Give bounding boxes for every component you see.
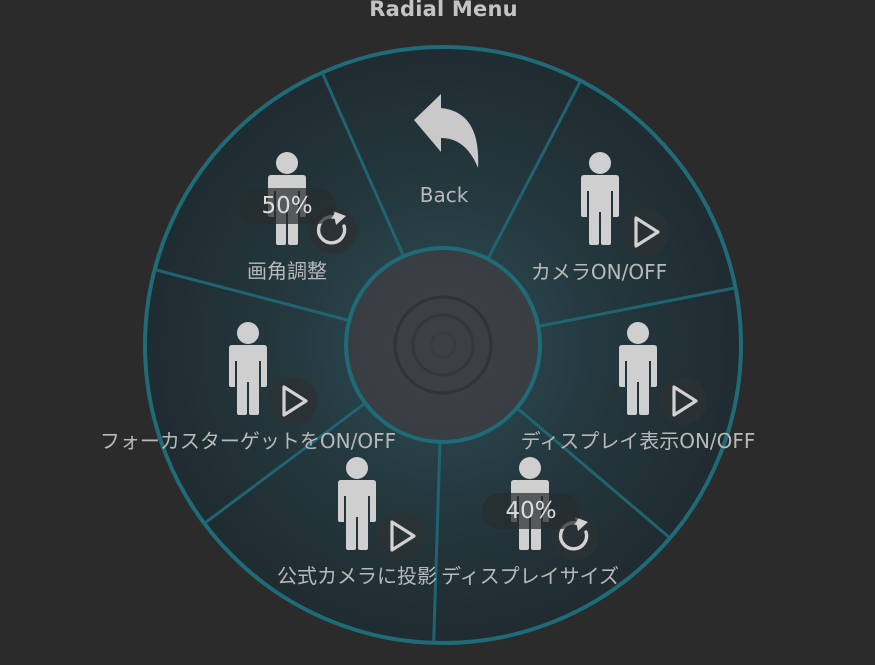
radial-menu xyxy=(143,45,743,645)
display-label[interactable]: ディスプレイ表示ON/OFF xyxy=(521,429,756,453)
display-size-label[interactable]: ディスプレイサイズ xyxy=(441,564,619,588)
camera-play-icon[interactable] xyxy=(619,206,671,258)
fov-value: 50% xyxy=(261,193,313,219)
camera-label[interactable]: カメラON/OFF xyxy=(531,260,667,284)
focus-target-label[interactable]: フォーカスターゲットをON/OFF xyxy=(100,429,396,453)
radial-menu-screen: Radial Menu 50% 40% Back 画角調整 カメラON/OFF … xyxy=(0,0,875,665)
official-camera-play-icon[interactable] xyxy=(375,510,427,562)
display-play-icon[interactable] xyxy=(657,375,709,427)
focus-target-play-icon[interactable] xyxy=(267,375,319,427)
fov-label[interactable]: 画角調整 xyxy=(247,259,327,283)
display-size-value: 40% xyxy=(505,498,557,524)
official-camera-label[interactable]: 公式カメラに投影 xyxy=(277,564,437,588)
center-hub[interactable] xyxy=(344,246,542,444)
back-label[interactable]: Back xyxy=(420,183,469,207)
